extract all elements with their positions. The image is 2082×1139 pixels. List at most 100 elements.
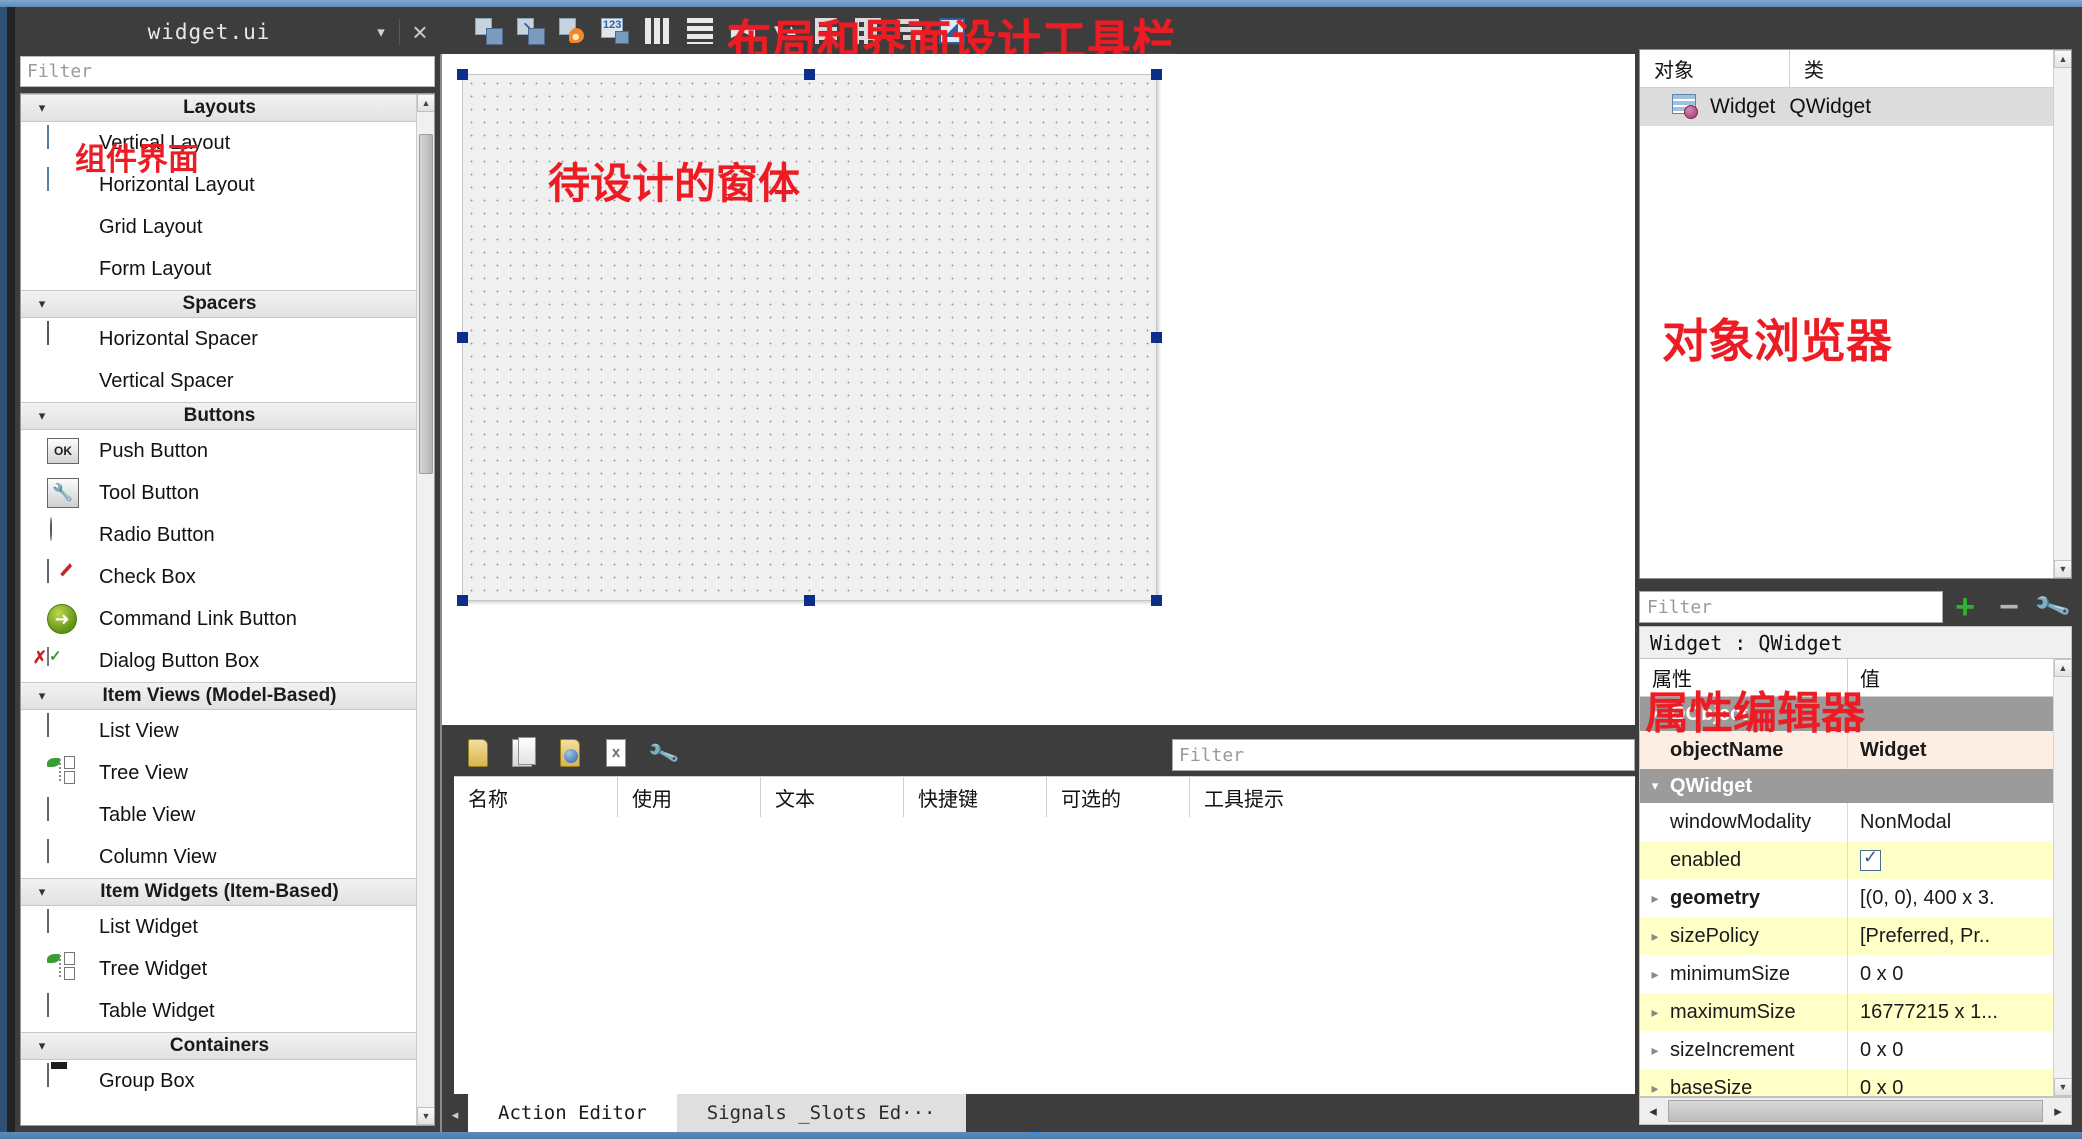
tab-action-editor[interactable]: Action Editor [468,1094,677,1132]
property-value-cell[interactable]: 0 x 0 [1848,1031,2053,1069]
edit-action-icon[interactable] [554,737,588,771]
widget-category-item-views-model-based[interactable]: ▾Item Views (Model-Based) [21,682,416,710]
scroll-up-icon[interactable]: ▲ [417,94,435,112]
property-table-hscrollbar[interactable]: ◂ ▸ [1639,1097,2072,1125]
lay-out-vertically-icon[interactable] [681,12,719,50]
object-tree-row-widget[interactable]: Widget QWidget [1640,88,2071,126]
action-editor-filter-input[interactable]: Filter [1172,739,1635,771]
expand-arrow-icon[interactable]: ▸ [1640,993,1670,1031]
property-table-scrollbar[interactable]: ▲ ▼ [2053,659,2071,1096]
enabled-checkbox[interactable] [1860,850,1881,871]
scroll-left-icon[interactable]: ◂ [1640,1102,1666,1120]
widget-item-vertical-spacer[interactable]: Vertical Spacer [21,360,416,402]
tab-signals-slots-editor[interactable]: Signals _Slots Ed··· [677,1094,966,1132]
scroll-up-icon[interactable]: ▲ [2054,50,2072,68]
object-inspector-scrollbar[interactable]: ▲ ▼ [2053,50,2071,578]
widget-item-horizontal-spacer[interactable]: Horizontal Spacer [21,318,416,360]
widget-item-list-view[interactable]: List View [21,710,416,752]
designed-form[interactable]: 待设计的窗体 [462,74,1157,601]
property-value-cell[interactable]: 0 x 0 [1848,955,2053,993]
widget-box-scrollbar[interactable]: ▲ ▼ [416,94,434,1125]
expand-arrow-icon[interactable]: ▸ [1640,1069,1670,1097]
form-handle-top-center[interactable] [804,69,815,80]
widget-item-group-box[interactable]: Group Box [21,1060,416,1102]
form-handle-top-left[interactable] [457,69,468,80]
widget-item-column-view[interactable]: Column View [21,836,416,878]
delete-action-icon[interactable]: x [600,737,634,771]
configure-property-button[interactable]: 🔧 [2031,589,2075,625]
form-handle-top-right[interactable] [1151,69,1162,80]
form-handle-bottom-center[interactable] [804,595,815,606]
widget-item-check-box[interactable]: Check Box [21,556,416,598]
expand-arrow-icon[interactable] [1640,841,1670,879]
property-row-geometry[interactable]: ▸geometry[(0, 0), 400 x 3. [1640,879,2053,917]
widget-item-tool-button[interactable]: 🔧Tool Button [21,472,416,514]
form-container[interactable]: 待设计的窗体 [457,69,1162,605]
widget-item-table-widget[interactable]: Table Widget [21,990,416,1032]
form-handle-bottom-right[interactable] [1151,595,1162,606]
expand-arrow-icon[interactable]: ▸ [1640,917,1670,955]
widget-category-spacers[interactable]: ▾Spacers [21,290,416,318]
expand-arrow-icon[interactable]: ▸ [1640,879,1670,917]
configure-action-icon[interactable]: 🔧 [646,737,680,771]
widget-box-filter-input[interactable]: Filter [20,56,435,87]
design-canvas[interactable]: 待设计的窗体 [440,54,1635,725]
widget-item-dialog-button-box[interactable]: ✓✗Dialog Button Box [21,640,416,682]
chevron-down-icon[interactable]: ▾ [363,23,399,41]
property-row-baseSize[interactable]: ▸baseSize0 x 0 [1640,1069,2053,1097]
widget-item-push-button[interactable]: OKPush Button [21,430,416,472]
widget-item-list-widget[interactable]: List Widget [21,906,416,948]
property-value-cell[interactable]: [Preferred, Pr.. [1848,917,2053,955]
close-icon[interactable]: × [400,19,440,45]
property-value-cell[interactable]: Widget [1848,731,2053,769]
scroll-right-icon[interactable]: ▸ [2045,1102,2071,1120]
form-handle-middle-left[interactable] [457,332,468,343]
property-value-cell[interactable] [1848,841,2053,879]
property-group-qwidget[interactable]: ▾QWidget [1640,769,2053,803]
property-row-sizeIncrement[interactable]: ▸sizeIncrement0 x 0 [1640,1031,2053,1069]
property-row-enabled[interactable]: enabled [1640,841,2053,879]
widget-item-form-layout[interactable]: Form Layout [21,248,416,290]
property-value-cell[interactable]: [(0, 0), 400 x 3. [1848,879,2053,917]
hscroll-thumb[interactable] [1668,1100,2043,1122]
new-action-icon[interactable] [462,737,496,771]
expand-arrow-icon[interactable] [1640,803,1670,841]
edit-tab-order-icon[interactable]: 123 [597,12,635,50]
scroll-thumb[interactable] [419,134,433,474]
scroll-down-icon[interactable]: ▼ [2054,560,2072,578]
property-row-sizePolicy[interactable]: ▸sizePolicy[Preferred, Pr.. [1640,917,2053,955]
scroll-up-icon[interactable]: ▲ [2054,659,2072,677]
scroll-down-icon[interactable]: ▼ [417,1107,435,1125]
remove-property-button[interactable]: − [1987,589,2031,625]
property-row-minimumSize[interactable]: ▸minimumSize0 x 0 [1640,955,2053,993]
property-value-cell[interactable]: NonModal [1848,803,2053,841]
property-row-maximumSize[interactable]: ▸maximumSize16777215 x 1... [1640,993,2053,1031]
property-row-windowModality[interactable]: windowModalityNonModal [1640,803,2053,841]
scroll-down-icon[interactable]: ▼ [2054,1078,2072,1096]
tab-scroll-left-icon[interactable]: ◂ [442,1107,468,1132]
widget-category-buttons[interactable]: ▾Buttons [21,402,416,430]
widget-item-grid-layout[interactable]: Grid Layout [21,206,416,248]
property-value-cell[interactable]: 0 x 0 [1848,1069,2053,1097]
widget-item-command-link-button[interactable]: ➜Command Link Button [21,598,416,640]
widget-item-radio-button[interactable]: Radio Button [21,514,416,556]
widget-item-tree-widget[interactable]: Tree Widget [21,948,416,990]
add-property-button[interactable]: + [1943,589,1987,625]
widget-category-layouts[interactable]: ▾Layouts [21,94,416,122]
property-filter-input[interactable]: Filter [1639,591,1943,623]
edit-widgets-icon[interactable] [471,12,509,50]
expand-arrow-icon[interactable]: ▸ [1640,1031,1670,1069]
property-value-cell[interactable]: 16777215 x 1... [1848,993,2053,1031]
form-handle-middle-right[interactable] [1151,332,1162,343]
edit-signals-slots-icon[interactable]: ↘ [513,12,551,50]
expand-arrow-icon[interactable]: ▸ [1640,955,1670,993]
copy-action-icon[interactable] [508,737,542,771]
edit-buddies-icon[interactable] [555,12,593,50]
form-handle-bottom-left[interactable] [457,595,468,606]
widget-item-table-view[interactable]: Table View [21,794,416,836]
action-editor-rows[interactable] [454,817,1635,1094]
widget-item-tree-view[interactable]: Tree View [21,752,416,794]
lay-out-horizontally-icon[interactable] [639,12,677,50]
widget-category-containers[interactable]: ▾Containers [21,1032,416,1060]
widget-category-item-widgets-item-based[interactable]: ▾Item Widgets (Item-Based) [21,878,416,906]
